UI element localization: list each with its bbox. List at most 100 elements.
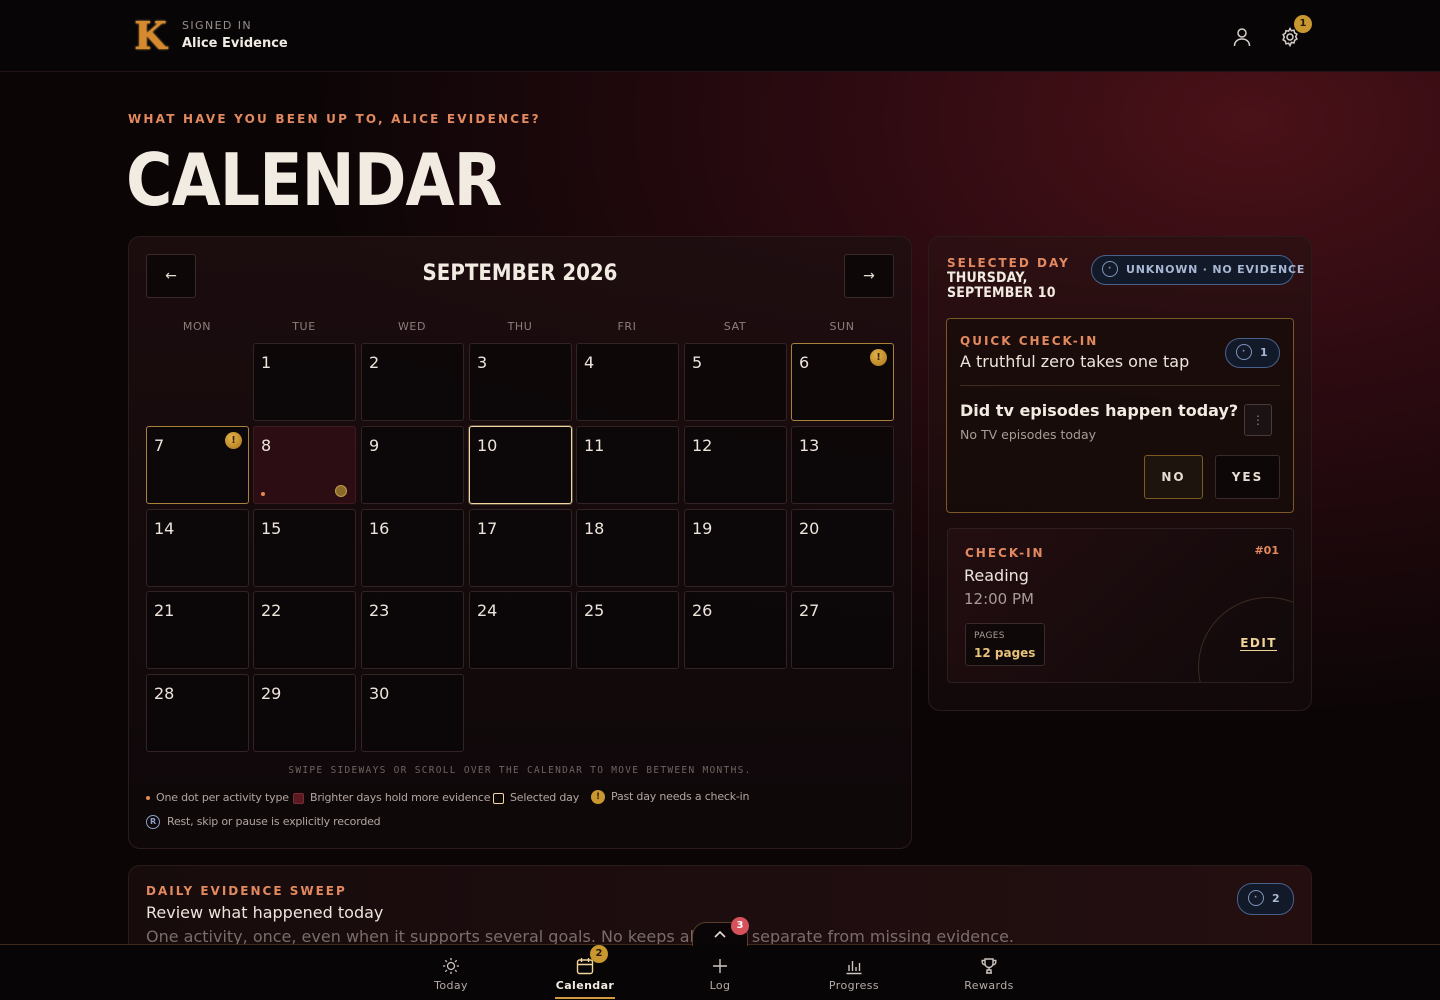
weekday-thu: THU bbox=[507, 320, 533, 333]
checkin-title: Reading bbox=[964, 566, 1029, 585]
user-icon bbox=[1233, 28, 1251, 47]
day-number: 13 bbox=[799, 436, 820, 455]
medal-icon bbox=[335, 485, 347, 497]
day-number: 6 bbox=[799, 353, 810, 372]
status-dot-icon: · bbox=[1236, 344, 1252, 360]
checkin-card: CHECK-IN #01 Reading 12:00 PM PAGES 12 p… bbox=[947, 528, 1294, 683]
calendar-day-7[interactable]: 7! bbox=[146, 426, 249, 504]
day-number: 23 bbox=[369, 601, 390, 620]
next-month-button[interactable]: → bbox=[844, 254, 894, 298]
stat-label: PAGES bbox=[974, 631, 1005, 641]
app-logo[interactable]: K bbox=[134, 16, 167, 56]
legend-selected: Selected day bbox=[493, 791, 579, 804]
calendar-day-8[interactable]: 8 bbox=[253, 426, 356, 504]
divider bbox=[960, 385, 1280, 386]
weekday-fri: FRI bbox=[617, 320, 637, 333]
calendar-day-15[interactable]: 15 bbox=[253, 509, 356, 587]
settings-badge: 1 bbox=[1294, 15, 1312, 33]
calendar-day-28[interactable]: 28 bbox=[146, 674, 249, 752]
day-number: 20 bbox=[799, 519, 820, 538]
calendar-day-10[interactable]: 10 bbox=[469, 426, 572, 504]
trophy-icon bbox=[981, 958, 997, 974]
calendar-day-13[interactable]: 13 bbox=[791, 426, 894, 504]
calendar-day-24[interactable]: 24 bbox=[469, 591, 572, 669]
day-number: 29 bbox=[261, 684, 282, 703]
nav-rewards[interactable]: Rewards bbox=[939, 945, 1039, 1000]
day-number: 26 bbox=[692, 601, 713, 620]
calendar-day-26[interactable]: 26 bbox=[684, 591, 787, 669]
calendar-day-5[interactable]: 5 bbox=[684, 343, 787, 421]
calendar-day-3[interactable]: 3 bbox=[469, 343, 572, 421]
selected-swatch-icon bbox=[493, 792, 504, 804]
day-number: 1 bbox=[261, 353, 272, 372]
page-eyebrow: WHAT HAVE YOU BEEN UP TO, ALICE EVIDENCE… bbox=[128, 112, 541, 126]
calendar-day-20[interactable]: 20 bbox=[791, 509, 894, 587]
calendar-day-21[interactable]: 21 bbox=[146, 591, 249, 669]
weekday-sat: SAT bbox=[723, 320, 747, 333]
weekday-tue: TUE bbox=[292, 320, 316, 333]
calendar-day-9[interactable]: 9 bbox=[361, 426, 464, 504]
quick-checkin-eyebrow: QUICK CHECK-IN bbox=[960, 334, 1099, 348]
nav-progress[interactable]: Progress bbox=[804, 945, 904, 1000]
day-number: 9 bbox=[369, 436, 380, 455]
calendar-day-17[interactable]: 17 bbox=[469, 509, 572, 587]
calendar-day-23[interactable]: 23 bbox=[361, 591, 464, 669]
day-number: 8 bbox=[261, 436, 272, 455]
checkin-stat: PAGES 12 pages bbox=[965, 623, 1045, 666]
status-dot-icon: · bbox=[1102, 261, 1118, 277]
selected-day-label: SELECTED DAY bbox=[947, 256, 1070, 270]
nav-today[interactable]: Today bbox=[401, 945, 501, 1000]
sweep-title: Review what happened today bbox=[146, 903, 384, 922]
edit-checkin-button[interactable]: EDIT bbox=[1240, 636, 1277, 651]
legend-brighter: Brighter days hold more evidence bbox=[293, 791, 491, 804]
bright-day-swatch-icon bbox=[293, 792, 304, 804]
day-number: 17 bbox=[477, 519, 498, 538]
month-title: SEPTEMBER 2026 bbox=[422, 261, 618, 286]
needs-checkin-icon: ! bbox=[870, 349, 887, 366]
calendar-day-6[interactable]: 6! bbox=[791, 343, 894, 421]
profile-button[interactable] bbox=[1231, 26, 1253, 48]
day-status-pill[interactable]: · UNKNOWN · NO EVIDENCE bbox=[1091, 255, 1304, 285]
calendar-day-11[interactable]: 11 bbox=[576, 426, 679, 504]
day-number: 11 bbox=[584, 436, 605, 455]
calendar-day-22[interactable]: 22 bbox=[253, 591, 356, 669]
collapse-badge: 3 bbox=[731, 917, 749, 935]
selected-day-date: THURSDAY, SEPTEMBER 10 bbox=[947, 270, 1056, 301]
day-number: 2 bbox=[369, 353, 380, 372]
status-dot-icon: · bbox=[1248, 890, 1264, 906]
day-number: 7 bbox=[154, 436, 165, 455]
calendar-day-16[interactable]: 16 bbox=[361, 509, 464, 587]
calendar-day-19[interactable]: 19 bbox=[684, 509, 787, 587]
sweep-count-pill[interactable]: · 2 bbox=[1237, 883, 1294, 915]
day-number: 16 bbox=[369, 519, 390, 538]
checkin-number: #01 bbox=[1254, 544, 1279, 557]
calendar-day-25[interactable]: 25 bbox=[576, 591, 679, 669]
day-number: 18 bbox=[584, 519, 605, 538]
day-number: 14 bbox=[154, 519, 175, 538]
calendar-day-12[interactable]: 12 bbox=[684, 426, 787, 504]
plus-icon bbox=[713, 959, 727, 973]
calendar-day-14[interactable]: 14 bbox=[146, 509, 249, 587]
nav-calendar[interactable]: 2 Calendar bbox=[535, 945, 635, 1000]
calendar-day-29[interactable]: 29 bbox=[253, 674, 356, 752]
more-options-button[interactable]: ⋮ bbox=[1244, 404, 1272, 436]
nav-log[interactable]: Log bbox=[670, 945, 770, 1000]
calendar-day-18[interactable]: 18 bbox=[576, 509, 679, 587]
top-bar: K SIGNED IN Alice Evidence 1 bbox=[0, 0, 1440, 72]
calendar-day-27[interactable]: 27 bbox=[791, 591, 894, 669]
quick-checkin-count-pill[interactable]: · 1 bbox=[1225, 338, 1280, 368]
weekday-sun: SUN bbox=[829, 320, 855, 333]
answer-no-button[interactable]: NO bbox=[1144, 455, 1203, 499]
sweep-eyebrow: DAILY EVIDENCE SWEEP bbox=[146, 884, 347, 898]
stat-value: 12 pages bbox=[974, 646, 1036, 660]
answer-yes-button[interactable]: YES bbox=[1215, 455, 1280, 499]
signed-in-label: SIGNED IN bbox=[182, 19, 252, 32]
calendar-day-1[interactable]: 1 bbox=[253, 343, 356, 421]
calendar-day-30[interactable]: 30 bbox=[361, 674, 464, 752]
sun-icon bbox=[443, 958, 459, 974]
checkin-eyebrow: CHECK-IN bbox=[965, 546, 1045, 560]
alert-coin-icon: ! bbox=[591, 790, 605, 804]
calendar-day-4[interactable]: 4 bbox=[576, 343, 679, 421]
page-title: CALENDAR bbox=[126, 138, 502, 222]
calendar-day-2[interactable]: 2 bbox=[361, 343, 464, 421]
